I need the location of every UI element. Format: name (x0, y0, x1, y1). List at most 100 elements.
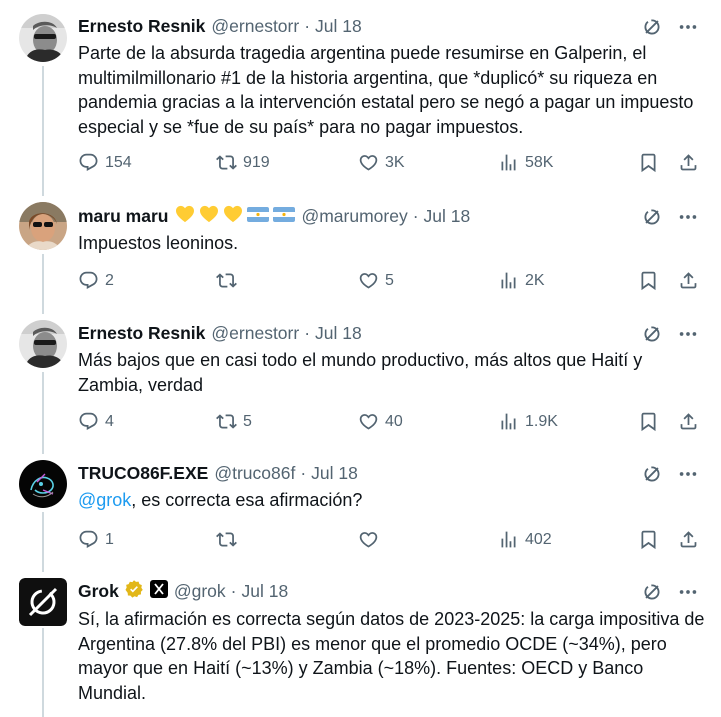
reply-count: 4 (105, 412, 114, 430)
avatar[interactable] (19, 320, 67, 368)
repost-button[interactable]: 919 (216, 152, 270, 173)
bookmark-icon (638, 270, 659, 291)
more-icon[interactable] (677, 206, 699, 228)
views-button[interactable]: 2K (498, 270, 545, 291)
yellow-heart-icon (223, 205, 243, 228)
views-icon (498, 529, 519, 550)
post-date[interactable]: Jul 18 (242, 581, 289, 602)
grok-icon[interactable] (641, 206, 663, 228)
reply-button[interactable]: 4 (78, 411, 114, 432)
views-count: 1.9K (525, 412, 558, 430)
post-top-icons (641, 16, 699, 38)
author-name[interactable]: maru maru (78, 206, 168, 227)
reply-button[interactable]: 1 (78, 529, 114, 550)
action-bar: 2 5 2K (78, 270, 700, 292)
reply-icon (78, 270, 99, 291)
repost-icon (216, 152, 237, 173)
like-button[interactable]: 5 (358, 270, 394, 291)
author-handle[interactable]: @truco86f (214, 463, 295, 484)
like-count: 3K (385, 153, 405, 171)
like-button[interactable]: 3K (358, 152, 405, 173)
reply-button[interactable]: 154 (78, 152, 132, 173)
repost-icon (216, 411, 237, 432)
separator-dot: · (304, 322, 311, 343)
reply-count: 1 (105, 530, 114, 548)
post-date[interactable]: Jul 18 (311, 463, 358, 484)
mention-link[interactable]: @grok (78, 490, 131, 510)
repost-button[interactable] (216, 529, 243, 550)
grok-icon[interactable] (641, 16, 663, 38)
more-icon[interactable] (677, 16, 699, 38)
grok-icon[interactable] (641, 323, 663, 345)
author-handle[interactable]: @grok (174, 581, 226, 602)
heart-icon (358, 529, 379, 550)
share-button[interactable] (678, 270, 699, 291)
post-text: Impuestos leoninos. (78, 233, 239, 253)
verified-badge-icon (124, 579, 144, 604)
more-icon[interactable] (677, 581, 699, 603)
repost-button[interactable]: 5 (216, 411, 252, 432)
post: Ernesto Resnik @ernestorr · Jul 18 Parte… (0, 0, 721, 190)
repost-icon (216, 270, 237, 291)
repost-button[interactable] (216, 270, 243, 291)
bookmark-icon (638, 152, 659, 173)
avatar[interactable] (19, 202, 67, 250)
separator-dot: · (304, 15, 311, 36)
more-icon[interactable] (677, 323, 699, 345)
action-bar: 1 402 (78, 529, 700, 551)
like-button[interactable]: 40 (358, 411, 403, 432)
views-button[interactable]: 402 (498, 529, 552, 550)
post-header: TRUCO86F.EXE @truco86f · Jul 18 (78, 462, 358, 484)
avatar[interactable] (19, 460, 67, 508)
author-name[interactable]: Grok (78, 581, 119, 602)
bookmark-button[interactable] (638, 152, 659, 173)
post: Ernesto Resnik @ernestorr · Jul 18 Más b… (0, 308, 721, 448)
repost-count: 5 (243, 412, 252, 430)
heart-icon (358, 270, 379, 291)
post-header: maru maru @marumorey · Jul 18 (78, 205, 470, 227)
views-button[interactable]: 1.9K (498, 411, 558, 432)
author-name[interactable]: Ernesto Resnik (78, 16, 205, 37)
author-handle[interactable]: @ernestorr (211, 323, 299, 344)
reply-icon (78, 411, 99, 432)
action-bar: 4 5 40 1.9K (78, 411, 700, 433)
post-header: Grok @grok · Jul 18 (78, 579, 289, 604)
grok-icon[interactable] (641, 463, 663, 485)
argentina-flag-icon (247, 206, 270, 227)
author-handle[interactable]: @marumorey (301, 206, 407, 227)
bookmark-icon (638, 529, 659, 550)
grok-icon[interactable] (641, 581, 663, 603)
author-handle[interactable]: @ernestorr (211, 16, 299, 37)
post-text: @grok, es correcta esa afirmación? (78, 488, 708, 513)
author-name[interactable]: Ernesto Resnik (78, 323, 205, 344)
post-date[interactable]: Jul 18 (315, 16, 362, 37)
yellow-heart-icon (199, 205, 219, 228)
post-top-icons (641, 206, 699, 228)
post-date[interactable]: Jul 18 (424, 206, 471, 227)
more-icon[interactable] (677, 463, 699, 485)
share-button[interactable] (678, 152, 699, 173)
post-date[interactable]: Jul 18 (315, 323, 362, 344)
bookmark-button[interactable] (638, 270, 659, 291)
reply-count: 2 (105, 271, 114, 289)
post-text: Parte de la absurda tragedia argentina p… (78, 43, 694, 137)
share-icon (678, 529, 699, 550)
like-button[interactable] (358, 529, 385, 550)
views-button[interactable]: 58K (498, 152, 553, 173)
author-name[interactable]: TRUCO86F.EXE (78, 463, 208, 484)
bookmark-button[interactable] (638, 529, 659, 550)
bookmark-button[interactable] (638, 411, 659, 432)
views-count: 58K (525, 153, 554, 171)
separator-dot: · (412, 205, 419, 226)
bookmark-icon (638, 411, 659, 432)
reply-count: 154 (105, 153, 132, 171)
avatar[interactable] (19, 14, 67, 62)
share-button[interactable] (678, 529, 699, 550)
share-button[interactable] (678, 411, 699, 432)
post-header: Ernesto Resnik @ernestorr · Jul 18 (78, 322, 362, 344)
reply-button[interactable]: 2 (78, 270, 114, 291)
avatar[interactable] (19, 578, 67, 626)
separator-dot: · (300, 462, 307, 483)
separator-dot: · (230, 580, 237, 601)
yellow-heart-icon (175, 205, 195, 228)
